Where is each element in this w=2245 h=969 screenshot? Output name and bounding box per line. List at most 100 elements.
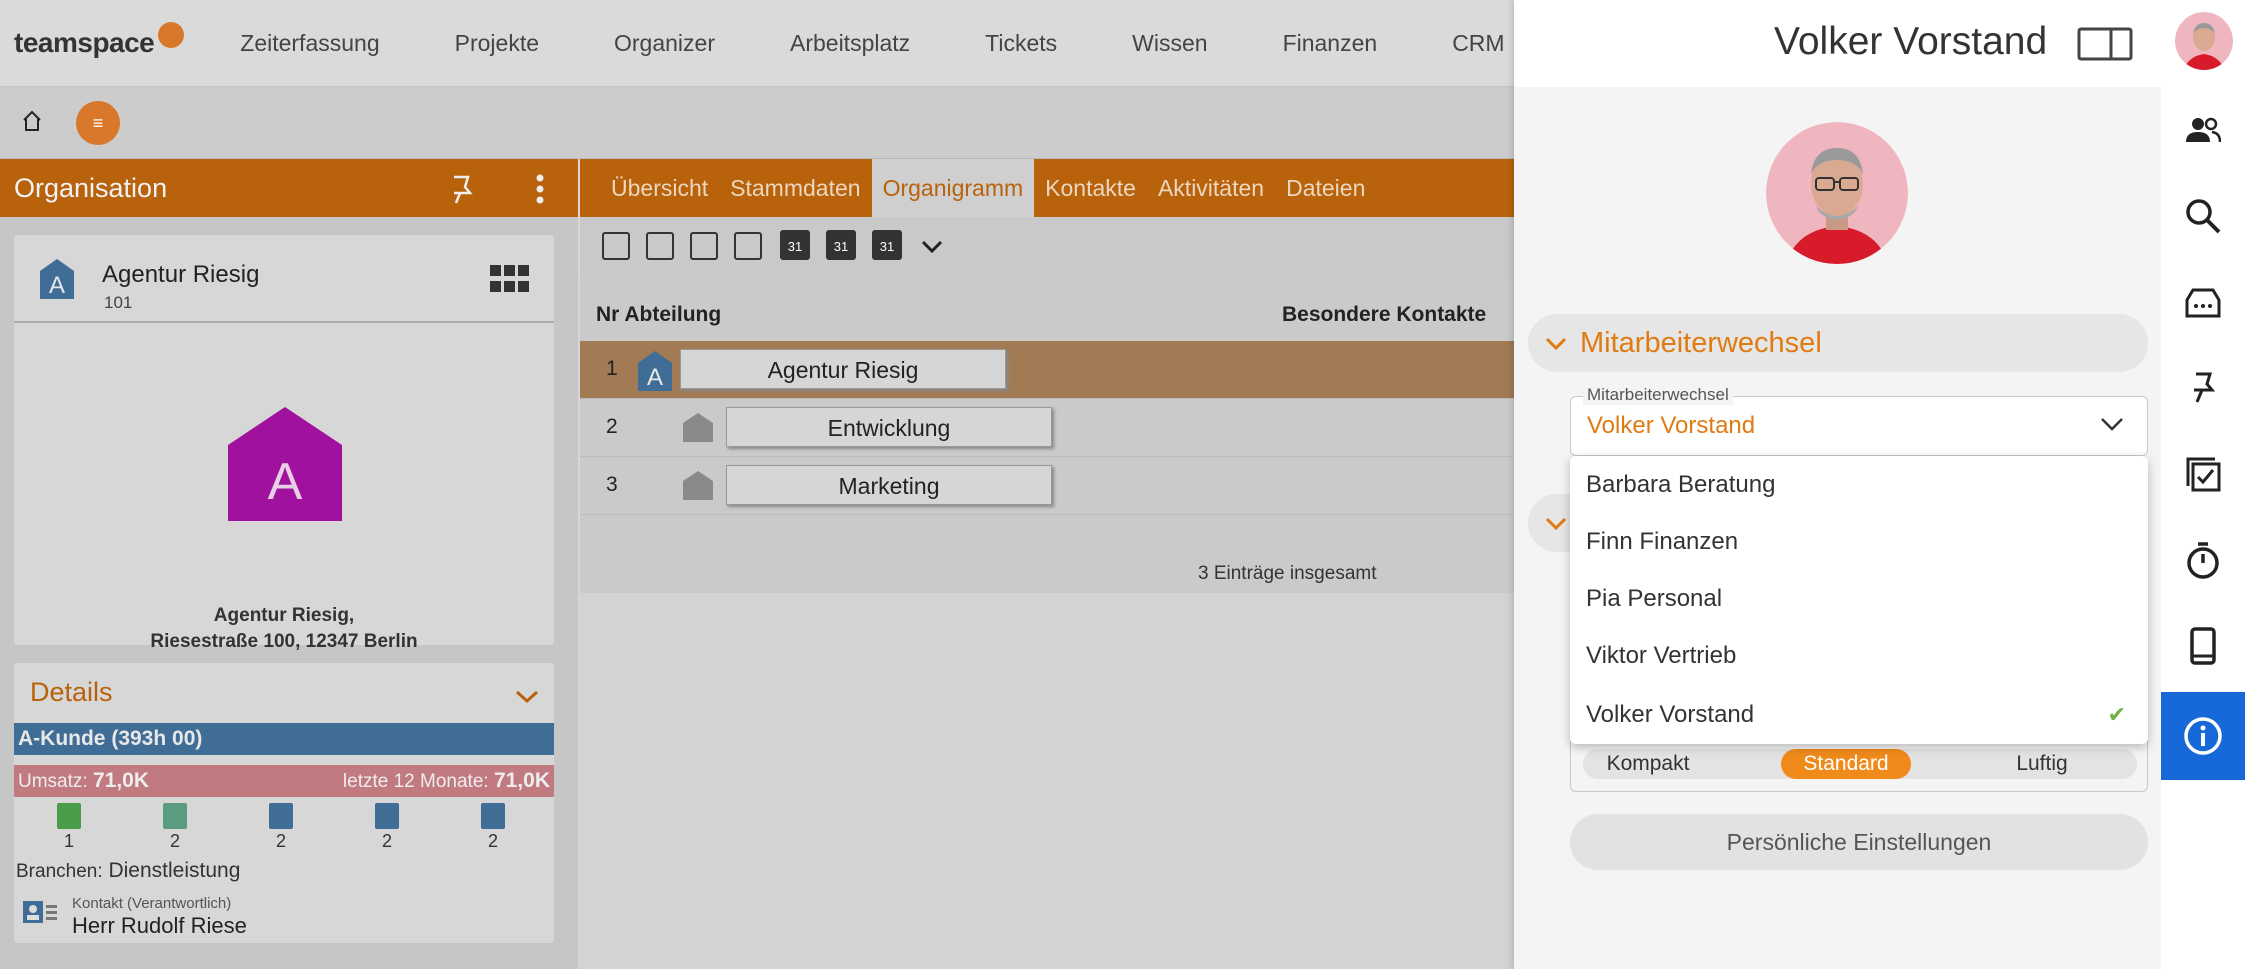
- chevron-down-icon: [2101, 418, 2123, 431]
- info-icon[interactable]: [2161, 692, 2245, 780]
- grid-view-icon[interactable]: [490, 265, 530, 293]
- organisation-card: A Agentur Riesig 101 A Agentur Riesig, R…: [14, 235, 554, 652]
- timer-icon[interactable]: [2161, 530, 2245, 590]
- contact-document-icon: [163, 803, 187, 829]
- split-layout-icon[interactable]: [2077, 27, 2133, 61]
- department-button[interactable]: Entwicklung: [726, 407, 1052, 447]
- logo-text: teamspace: [14, 27, 155, 58]
- secondary-toolbar: ≡: [0, 87, 1514, 159]
- density-kompakt[interactable]: Kompakt: [1583, 749, 1713, 779]
- nav-item-wissen[interactable]: Wissen: [1132, 30, 1207, 57]
- calendar-month-icon[interactable]: 31: [872, 230, 902, 260]
- chart-view-icon[interactable]: [734, 232, 762, 260]
- organisation-header: Organisation: [0, 159, 578, 217]
- users-icon[interactable]: [2161, 100, 2245, 160]
- more-options-icon[interactable]: [530, 173, 550, 205]
- row-number: 1: [606, 357, 618, 380]
- table-row[interactable]: 1 A Agentur Riesig: [580, 341, 1514, 399]
- address-line1: Agentur Riesig,: [213, 605, 355, 626]
- list-view-icon[interactable]: [602, 232, 630, 260]
- select-label: Mitarbeiterwechsel: [1583, 385, 1733, 405]
- organigramm-table: Nr Abteilung Besondere Kontakte 1 A Agen…: [580, 275, 1514, 593]
- teamspace-logo[interactable]: teamspace: [14, 22, 185, 59]
- nav-item-tickets[interactable]: Tickets: [985, 30, 1057, 57]
- main-empty-area: [580, 593, 1514, 969]
- menu-button[interactable]: ≡: [76, 101, 120, 145]
- total-entries: 3 Einträge insgesamt: [1198, 563, 1377, 584]
- nav-item-finanzen[interactable]: Finanzen: [1283, 30, 1378, 57]
- nav-item-projekte[interactable]: Projekte: [455, 30, 539, 57]
- nav-item-arbeitsplatz[interactable]: Arbeitsplatz: [790, 30, 910, 57]
- user-avatar: [1766, 122, 1908, 264]
- inbox-icon[interactable]: [2161, 272, 2245, 332]
- contact-document-stat[interactable]: 2: [160, 803, 190, 852]
- mitarbeiterwechsel-select[interactable]: Mitarbeiterwechsel Volker Vorstand: [1570, 385, 2148, 456]
- a-customer-icon: A: [638, 351, 672, 391]
- department-button[interactable]: Marketing: [726, 465, 1052, 505]
- option-pia-personal[interactable]: Pia Personal: [1570, 570, 2148, 627]
- row-number: 2: [606, 415, 618, 438]
- logo-mark-icon: [158, 22, 185, 48]
- tab-organigramm[interactable]: Organigramm: [871, 159, 1035, 217]
- pin-icon[interactable]: [2161, 358, 2245, 418]
- department-button[interactable]: Agentur Riesig: [680, 349, 1006, 389]
- department-stat[interactable]: 2: [478, 803, 508, 852]
- detail-search-icon[interactable]: [646, 232, 674, 260]
- mobile-device-icon[interactable]: [2161, 616, 2245, 676]
- user-panel: Volker Vorstand Mitarbeiterwechsel Mitar…: [1514, 0, 2245, 969]
- background-app: teamspace Zeiterfassung Projekte Organiz…: [0, 0, 1514, 969]
- organisation-number: 101: [104, 293, 133, 312]
- department-count: 2: [487, 831, 498, 851]
- density-standard[interactable]: Standard: [1781, 749, 1911, 779]
- department-house-icon: [481, 803, 505, 829]
- chevron-down-icon[interactable]: [514, 689, 540, 705]
- tab-uebersicht[interactable]: Übersicht: [600, 159, 719, 217]
- right-icon-rail: [2161, 0, 2245, 969]
- calendar-day-icon[interactable]: 31: [780, 230, 810, 260]
- home-icon[interactable]: [22, 109, 42, 133]
- revenue-label: Umsatz:: [18, 771, 88, 792]
- revenue-bar: Umsatz: 71,0K letzte 12 Monate: 71,0K: [14, 765, 554, 797]
- option-finn-finanzen[interactable]: Finn Finanzen: [1570, 513, 2148, 570]
- department-house-icon: [683, 471, 713, 500]
- branchen-row: Branchen: Dienstleistung: [16, 859, 240, 883]
- tile-view-icon[interactable]: [690, 232, 718, 260]
- option-viktor-vertrieb[interactable]: Viktor Vertrieb: [1570, 627, 2148, 684]
- contact-card-count: 2: [381, 831, 392, 851]
- contact-document-count: 2: [169, 831, 180, 851]
- search-icon[interactable]: [2161, 186, 2245, 246]
- view-toolbar: 31 31 31: [580, 217, 1514, 275]
- details-card: Details A-Kunde (393h 00) Umsatz: 71,0K …: [14, 663, 554, 943]
- panel-user-name: Volker Vorstand: [1774, 20, 2048, 63]
- tab-kontakte[interactable]: Kontakte: [1034, 159, 1147, 217]
- contact-card-icon: [23, 901, 57, 923]
- contact-card-stat[interactable]: 2: [372, 803, 402, 852]
- tab-aktivitaeten[interactable]: Aktivitäten: [1147, 159, 1275, 217]
- add-document-stat[interactable]: 2: [266, 803, 296, 852]
- chevron-down-icon: [1545, 517, 1567, 531]
- option-barbara-beratung[interactable]: Barbara Beratung: [1570, 456, 2148, 513]
- branchen-label: Branchen:: [16, 861, 103, 882]
- option-volker-vorstand[interactable]: Volker Vorstand ✔: [1570, 686, 2148, 743]
- department-house-icon: [683, 413, 713, 442]
- calendar-week-icon[interactable]: 31: [826, 230, 856, 260]
- column-nr-abteilung[interactable]: Nr Abteilung: [596, 303, 721, 327]
- tab-dateien[interactable]: Dateien: [1275, 159, 1376, 217]
- density-luftig[interactable]: Luftig: [1977, 749, 2107, 779]
- contact-responsible-name[interactable]: Herr Rudolf Riese: [72, 913, 247, 939]
- mitarbeiterwechsel-section-header[interactable]: Mitarbeiterwechsel: [1528, 314, 2148, 372]
- organisation-logo-icon: A: [228, 407, 342, 521]
- column-besondere-kontakte[interactable]: Besondere Kontakte: [1282, 303, 1486, 327]
- tab-stammdaten[interactable]: Stammdaten: [719, 159, 871, 217]
- rail-user-avatar[interactable]: [2175, 12, 2233, 70]
- tasks-icon[interactable]: [2161, 444, 2245, 504]
- pin-icon[interactable]: [448, 173, 476, 205]
- chevron-down-icon[interactable]: [920, 239, 944, 255]
- nav-item-organizer[interactable]: Organizer: [614, 30, 715, 57]
- favorite-document-stat[interactable]: 1: [54, 803, 84, 852]
- nav-item-crm[interactable]: CRM: [1452, 30, 1504, 57]
- table-row[interactable]: 2 Entwicklung: [580, 399, 1514, 457]
- table-row[interactable]: 3 Marketing: [580, 457, 1514, 515]
- personal-settings-button[interactable]: Persönliche Einstellungen: [1570, 814, 2148, 870]
- nav-item-zeiterfassung[interactable]: Zeiterfassung: [240, 30, 379, 57]
